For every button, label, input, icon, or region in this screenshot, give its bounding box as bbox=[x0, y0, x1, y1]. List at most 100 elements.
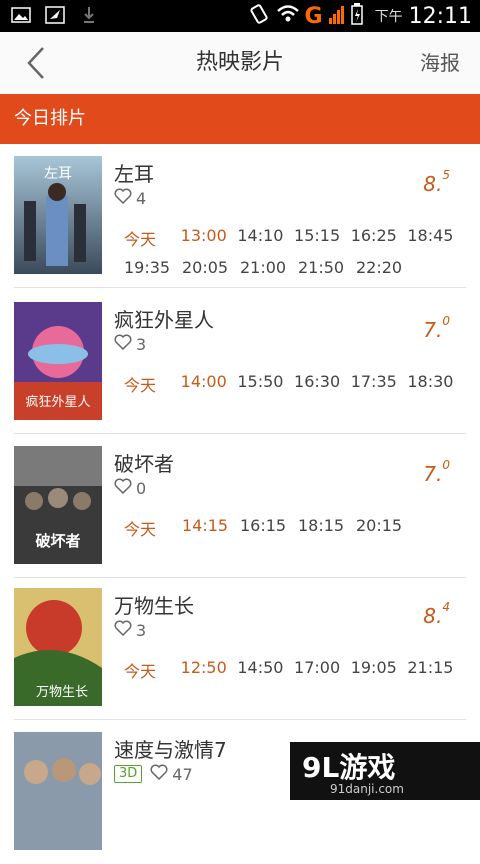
showtime[interactable]: 17:35 bbox=[351, 372, 408, 396]
showtime[interactable]: 14:15 bbox=[182, 516, 240, 540]
showtime[interactable]: 15:15 bbox=[294, 226, 351, 250]
showtime[interactable]: 22:20 bbox=[356, 258, 414, 277]
like-count[interactable]: 3 bbox=[114, 334, 146, 354]
movie-title: 破坏者 bbox=[114, 452, 174, 476]
movie-poster[interactable]: 万物生长 bbox=[14, 588, 102, 706]
like-count-value: 0 bbox=[136, 478, 147, 498]
watermark-main: 9L游戏 bbox=[302, 751, 396, 784]
showtime[interactable]: 14:50 bbox=[237, 658, 294, 682]
heart-icon bbox=[114, 188, 132, 208]
status-ampm: 下午 bbox=[374, 9, 403, 25]
showtimes: 今天 12:50 14:50 17:00 19:05 21:15 bbox=[124, 658, 464, 690]
rating-main: 7. bbox=[423, 318, 443, 342]
movie-item[interactable]: 破坏者 破坏者 0 7.0 今天 14:15 16:15 18:15 20:15 bbox=[0, 434, 480, 578]
like-count-value: 4 bbox=[136, 188, 147, 208]
heart-icon bbox=[150, 764, 168, 784]
movie-item[interactable]: 疯狂外星人 疯狂外星人 3 7.0 今天 14:00 15:50 16:30 1… bbox=[0, 290, 480, 434]
poster-title: 万物生长 bbox=[36, 685, 88, 700]
wifi-icon bbox=[276, 5, 299, 27]
rating-sup: 5 bbox=[442, 168, 450, 183]
movie-poster[interactable]: 疯狂外星人 bbox=[14, 302, 102, 420]
divider bbox=[14, 287, 466, 288]
showtime[interactable]: 19:05 bbox=[351, 658, 408, 682]
showtime[interactable]: 18:15 bbox=[298, 516, 356, 540]
image-icon bbox=[10, 5, 32, 25]
showtimes: 今天 13:00 14:10 15:15 16:25 18:45 19:35 2… bbox=[124, 226, 464, 285]
movie-rating: 8.4 bbox=[423, 600, 450, 628]
like-count[interactable]: 3 bbox=[114, 620, 146, 640]
like-count-value: 3 bbox=[136, 620, 147, 640]
watermark-logo: 9L游戏 91danji.com bbox=[290, 742, 480, 800]
showtime[interactable]: 14:10 bbox=[237, 226, 294, 250]
showtimes: 今天 14:15 16:15 18:15 20:15 bbox=[124, 516, 464, 548]
signal-icon bbox=[328, 4, 345, 28]
showtime[interactable]: 21:15 bbox=[407, 658, 464, 682]
rating-main: 8. bbox=[423, 604, 443, 628]
movie-title: 速度与激情7 bbox=[114, 738, 227, 762]
movie-rating: 7.0 bbox=[423, 458, 450, 486]
poster-title: 疯狂外星人 bbox=[25, 394, 90, 410]
showtime[interactable]: 16:15 bbox=[240, 516, 298, 540]
today-label: 今天 bbox=[124, 520, 157, 539]
showtimes: 今天 14:00 15:50 16:30 17:35 18:30 bbox=[124, 372, 464, 404]
network-type: G bbox=[304, 3, 323, 29]
heart-icon bbox=[114, 478, 132, 498]
today-label: 今天 bbox=[124, 230, 157, 249]
heart-icon bbox=[114, 334, 132, 354]
movie-poster[interactable] bbox=[14, 732, 102, 850]
status-icons-right: G 下午 12:11 bbox=[247, 0, 472, 32]
watermark-url: 91danji.com bbox=[330, 782, 404, 796]
showtime[interactable]: 18:30 bbox=[407, 372, 464, 396]
status-bar: G 下午 12:11 bbox=[0, 0, 480, 32]
showtime[interactable]: 21:50 bbox=[298, 258, 356, 277]
like-count[interactable]: 0 bbox=[114, 478, 146, 498]
like-count[interactable]: 3D 47 bbox=[114, 764, 193, 784]
rating-main: 8. bbox=[423, 172, 443, 196]
like-count-value: 47 bbox=[172, 764, 193, 784]
showtime[interactable]: 20:15 bbox=[356, 516, 414, 540]
today-label: 今天 bbox=[124, 662, 157, 681]
movie-item[interactable]: 万物生长 万物生长 3 8.4 今天 12:50 14:50 17:00 19:… bbox=[0, 576, 480, 720]
showtime[interactable]: 15:50 bbox=[237, 372, 294, 396]
showtime[interactable]: 19:35 bbox=[124, 258, 182, 277]
movie-item[interactable]: 左耳 左耳 4 8.5 今天 13:00 14:10 15:15 16:25 1… bbox=[0, 144, 480, 288]
section-header: 今日排片 bbox=[0, 94, 480, 144]
title-bar: 热映影片 海报 bbox=[0, 32, 480, 95]
today-label: 今天 bbox=[124, 376, 157, 395]
movie-title: 万物生长 bbox=[114, 594, 194, 618]
poster-button[interactable]: 海报 bbox=[420, 32, 460, 94]
movie-title: 左耳 bbox=[114, 162, 154, 186]
status-time: 12:11 bbox=[408, 3, 472, 29]
showtime[interactable]: 17:00 bbox=[294, 658, 351, 682]
movie-poster[interactable]: 左耳 bbox=[14, 156, 102, 274]
like-count[interactable]: 4 bbox=[114, 188, 146, 208]
showtime[interactable]: 16:30 bbox=[294, 372, 351, 396]
vibrate-icon bbox=[247, 4, 271, 28]
status-icons-left bbox=[10, 5, 100, 25]
movie-rating: 7.0 bbox=[423, 314, 450, 342]
movie-rating: 8.5 bbox=[423, 168, 450, 196]
rating-sup: 0 bbox=[442, 314, 450, 329]
poster-title: 破坏者 bbox=[35, 532, 80, 550]
showtime[interactable]: 21:00 bbox=[240, 258, 298, 277]
movie-poster[interactable]: 破坏者 bbox=[14, 446, 102, 564]
poster-title: 左耳 bbox=[44, 166, 72, 182]
showtime[interactable]: 12:50 bbox=[181, 658, 238, 682]
rating-main: 7. bbox=[423, 462, 443, 486]
showtime[interactable]: 16:25 bbox=[351, 226, 408, 250]
movie-title: 疯狂外星人 bbox=[114, 308, 214, 332]
showtime[interactable]: 14:00 bbox=[181, 372, 238, 396]
section-title: 今日排片 bbox=[14, 108, 86, 129]
bird-icon bbox=[44, 5, 66, 25]
like-count-value: 3 bbox=[136, 334, 147, 354]
showtime[interactable]: 20:05 bbox=[182, 258, 240, 277]
showtime[interactable]: 18:45 bbox=[407, 226, 464, 250]
3d-badge: 3D bbox=[114, 765, 143, 783]
battery-icon bbox=[350, 3, 363, 29]
download-icon bbox=[78, 5, 100, 25]
page-title: 热映影片 bbox=[195, 50, 284, 75]
rating-sup: 4 bbox=[442, 600, 450, 615]
heart-icon bbox=[114, 620, 132, 640]
showtime[interactable]: 13:00 bbox=[181, 226, 238, 250]
rating-sup: 0 bbox=[442, 458, 450, 473]
